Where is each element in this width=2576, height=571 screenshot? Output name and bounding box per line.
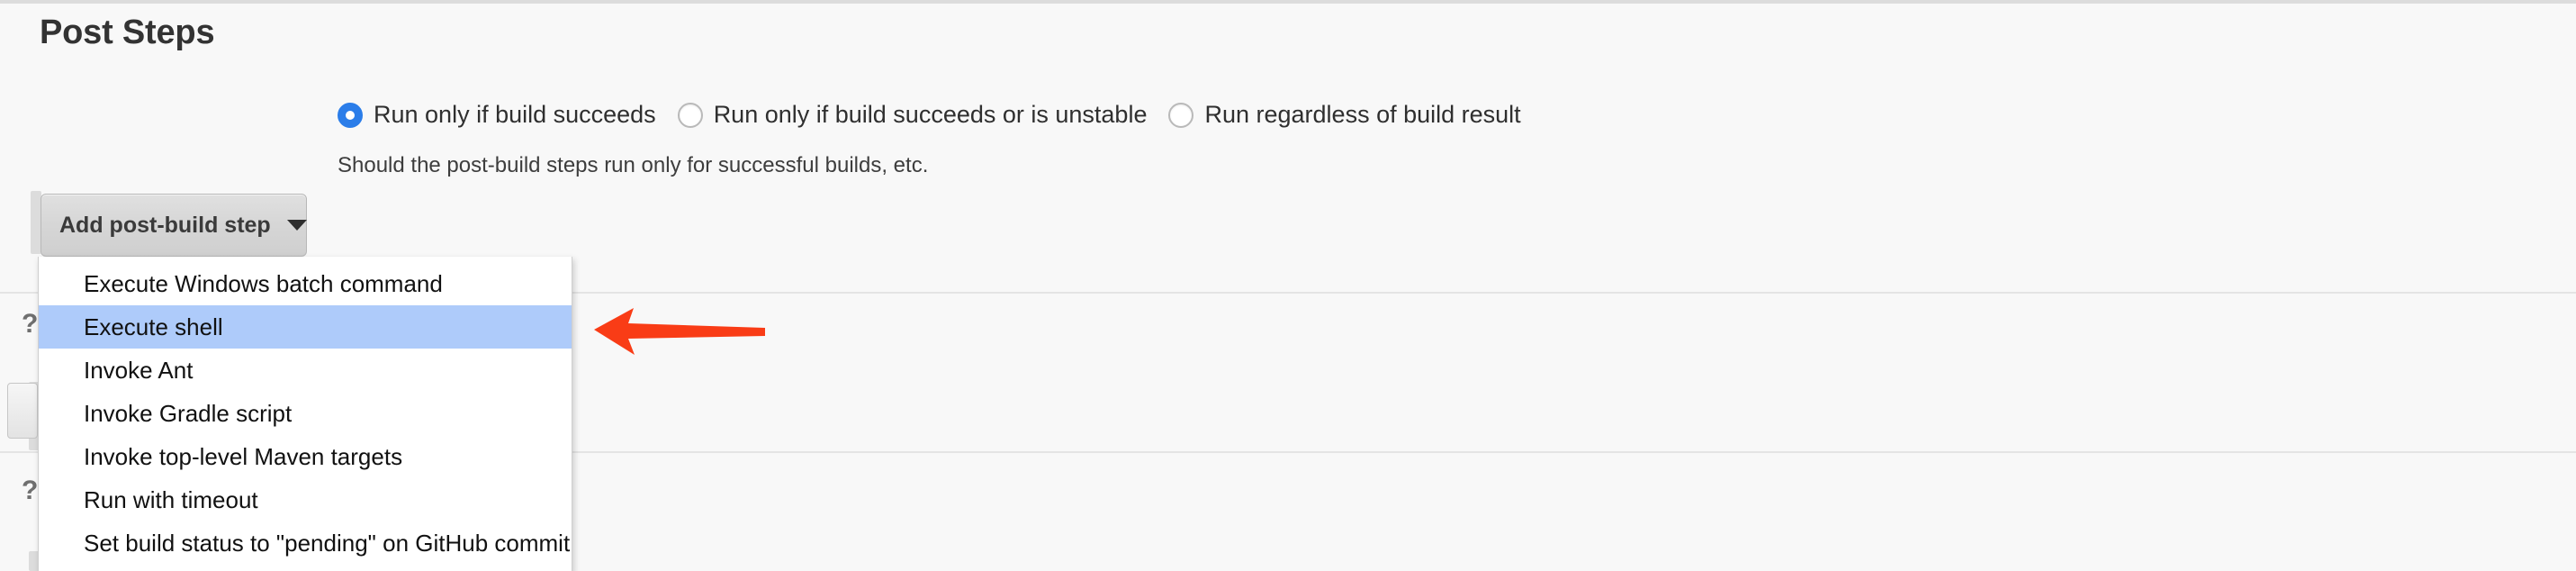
run-condition-help-text: Should the post-build steps run only for…: [338, 153, 929, 177]
radio-label: Run only if build succeeds: [374, 101, 656, 128]
add-post-build-step-menu[interactable]: Execute Windows batch command Execute sh…: [38, 257, 572, 571]
radio-label: Run only if build succeeds or is unstabl…: [713, 101, 1148, 128]
menu-item-execute-windows-batch-command[interactable]: Execute Windows batch command: [39, 262, 572, 305]
radio-label: Run regardless of build result: [1204, 101, 1521, 128]
radio-option-run-regardless[interactable]: Run regardless of build result: [1168, 101, 1521, 129]
radio-option-run-if-succeeds[interactable]: Run only if build succeeds: [338, 101, 656, 129]
add-post-build-step-label: Add post-build step: [59, 212, 271, 238]
menu-item-invoke-ant[interactable]: Invoke Ant: [39, 349, 572, 392]
post-steps-screen: Post Steps Run only if build succeeds Ru…: [0, 0, 2576, 571]
add-post-build-step-button[interactable]: Add post-build step: [41, 194, 307, 257]
menu-item-invoke-top-level-maven-targets[interactable]: Invoke top-level Maven targets: [39, 435, 572, 478]
run-condition-radio-group: Run only if build succeeds Run only if b…: [338, 101, 1521, 129]
page-top-rule: [0, 0, 2576, 4]
radio-icon-selected[interactable]: [338, 102, 363, 128]
background-button[interactable]: [7, 383, 38, 439]
menu-item-invoke-gradle-script[interactable]: Invoke Gradle script: [39, 392, 572, 435]
radio-icon[interactable]: [677, 102, 703, 128]
help-question-icon[interactable]: ?: [22, 476, 38, 506]
menu-item-set-build-status-pending-github[interactable]: Set build status to "pending" on GitHub …: [39, 521, 572, 565]
help-question-icon[interactable]: ?: [22, 309, 38, 340]
menu-item-run-with-timeout[interactable]: Run with timeout: [39, 478, 572, 521]
radio-option-run-if-succeeds-or-unstable[interactable]: Run only if build succeeds or is unstabl…: [677, 101, 1148, 129]
menu-item-execute-shell[interactable]: Execute shell: [39, 305, 572, 349]
radio-icon[interactable]: [1168, 102, 1194, 128]
arrow-left-icon: [594, 308, 765, 355]
chevron-down-icon: [286, 220, 307, 231]
page-title: Post Steps: [40, 14, 215, 51]
